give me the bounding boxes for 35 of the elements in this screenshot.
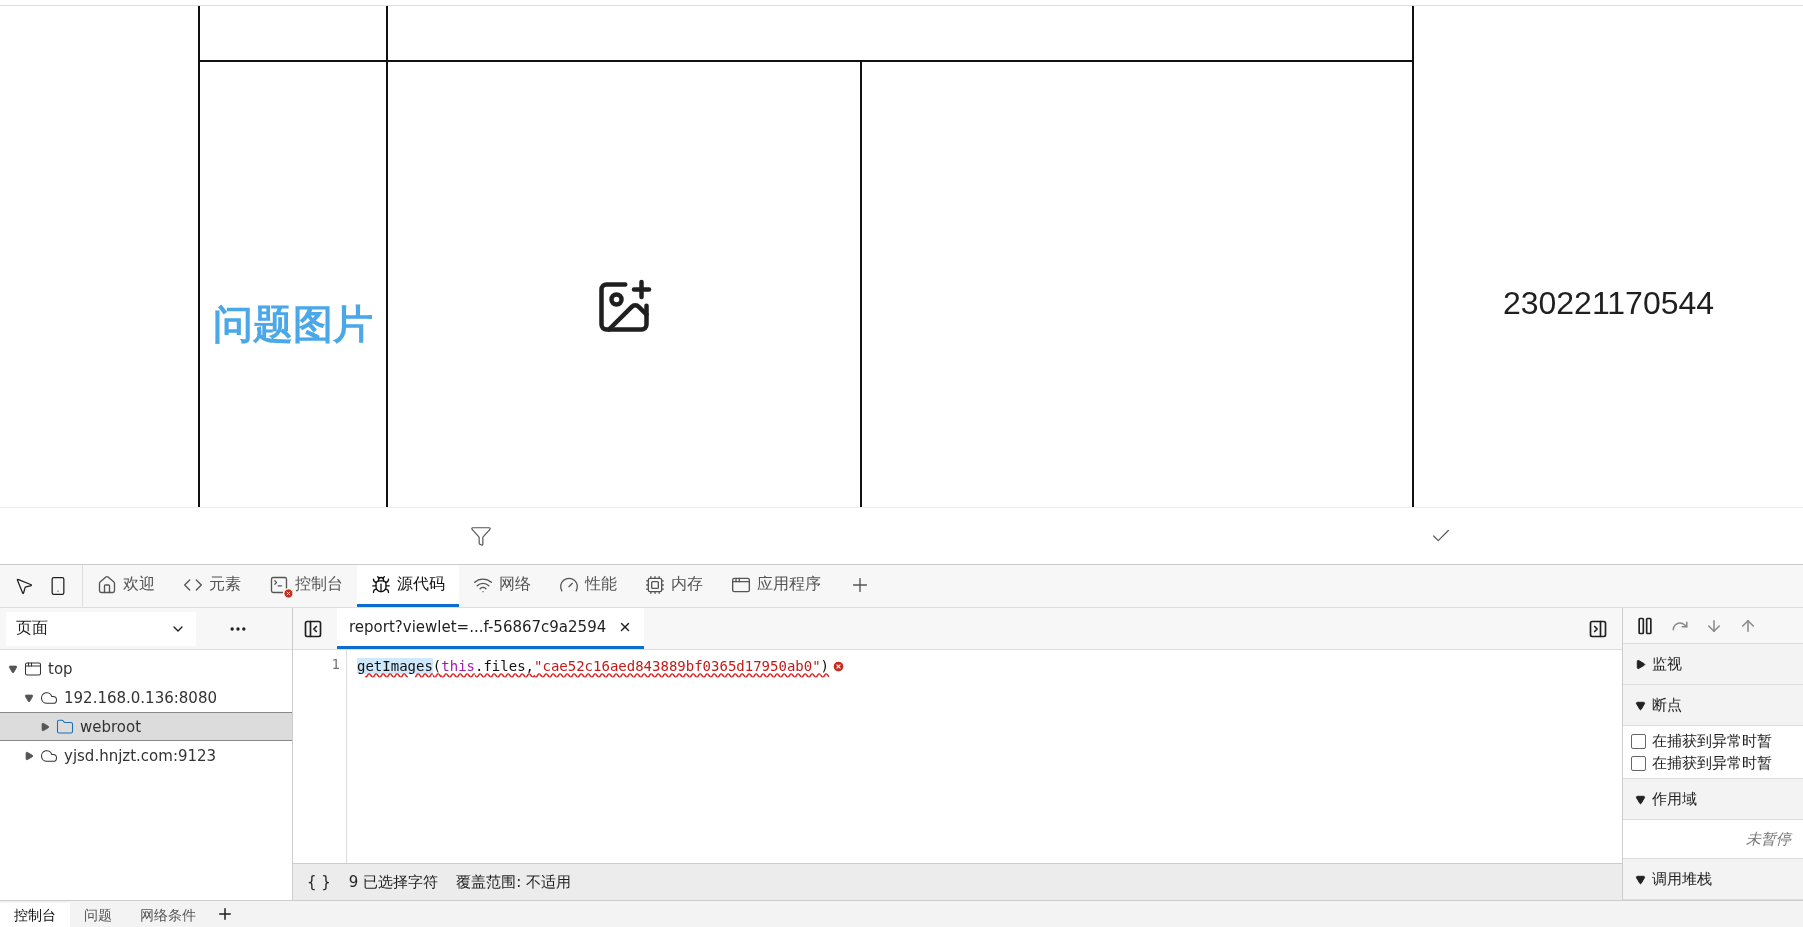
- checkbox-label: 在捕获到异常时暂: [1652, 753, 1772, 773]
- devtools-tab[interactable]: 网络: [459, 565, 545, 608]
- code-token: this: [441, 658, 475, 675]
- devtools-tab[interactable]: 欢迎: [83, 565, 169, 608]
- devtools-tab[interactable]: 元素: [169, 565, 255, 608]
- selection-status: 9 已选择字符: [348, 872, 439, 892]
- navigator-tab[interactable]: 页面: [6, 611, 196, 646]
- section-header[interactable]: 作用域: [1623, 779, 1803, 821]
- tree-item[interactable]: top: [0, 654, 292, 684]
- file-tab[interactable]: report?viewlet=...f-56867c9a2594: [337, 608, 645, 650]
- devtools-tab[interactable]: 控制台: [255, 565, 357, 608]
- drawer-tab[interactable]: 网络条件: [126, 903, 210, 927]
- section-header[interactable]: 断点: [1623, 685, 1803, 727]
- coverage-status: 覆盖范围: 不适用: [456, 872, 571, 892]
- field-label: 问题图片: [213, 299, 373, 349]
- drawer-tab[interactable]: 控制台: [0, 903, 70, 927]
- tree-item[interactable]: yjsd.hnjzt.com:9123: [0, 741, 292, 771]
- devtools-tab[interactable]: 应用程序: [717, 565, 835, 608]
- devtools-tab[interactable]: 内存: [631, 565, 717, 608]
- code-token: (: [432, 658, 442, 675]
- code-token: "cae52c16aed843889bf0365d17950ab0": [534, 658, 821, 675]
- section-header[interactable]: 调用堆栈: [1623, 859, 1803, 901]
- devtools-tab[interactable]: 源代码: [357, 565, 459, 608]
- code-token: ): [820, 658, 830, 675]
- code-token: getImages: [357, 658, 433, 675]
- code-token: .files,: [475, 658, 535, 675]
- drawer-tab[interactable]: 问题: [70, 903, 126, 927]
- tree-item[interactable]: webroot: [0, 712, 292, 742]
- format-button[interactable]: { }: [307, 873, 331, 892]
- report-number: 230221170544: [1502, 284, 1715, 322]
- line-number: 1: [330, 656, 340, 673]
- section-header[interactable]: 监视: [1623, 644, 1803, 686]
- checkbox-label: 在捕获到异常时暂: [1652, 731, 1772, 751]
- tree-item[interactable]: 192.168.0.136:8080: [0, 683, 292, 713]
- devtools-tab[interactable]: 性能: [545, 565, 631, 608]
